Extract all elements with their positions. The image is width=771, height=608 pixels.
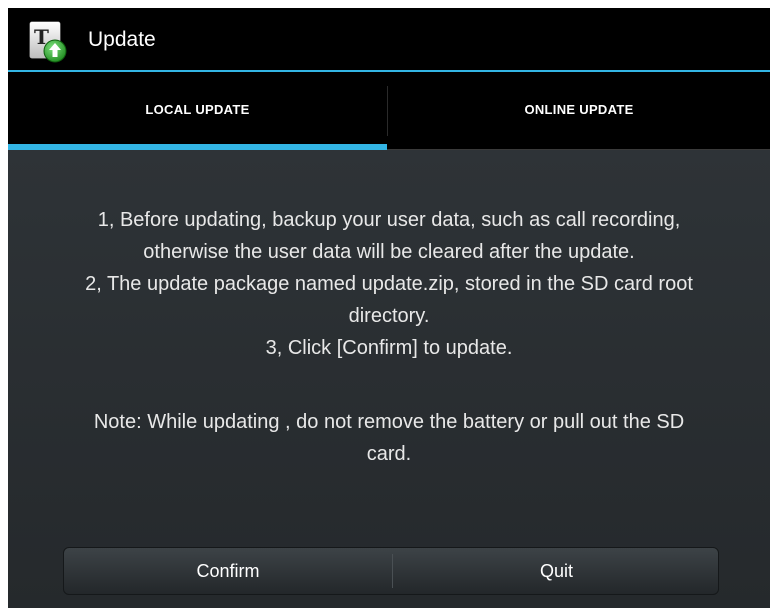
tab-online-update[interactable]: ONLINE UPDATE <box>388 72 770 150</box>
app-title: Update <box>88 28 156 51</box>
content-panel: 1, Before updating, backup your user dat… <box>8 150 770 608</box>
instruction-line-5: 3, Click [Confirm] to update. <box>265 337 513 359</box>
update-window: T Update LOCAL UPDATE ONLINE UPDATE 1, B… <box>8 8 770 608</box>
instruction-line-2: otherwise the user data will be cleared … <box>143 241 635 263</box>
instruction-line-3: 2, The update package named update.zip, … <box>85 273 693 295</box>
instruction-line-1: 1, Before updating, backup your user dat… <box>97 209 681 231</box>
note-line-1: Note: While updating , do not remove the… <box>93 411 685 433</box>
note-line-2: card. <box>366 443 412 465</box>
tab-bar: LOCAL UPDATE ONLINE UPDATE <box>8 72 770 150</box>
tab-local-update[interactable]: LOCAL UPDATE <box>8 72 387 150</box>
action-bar: T Update <box>8 8 770 70</box>
update-app-icon[interactable]: T <box>28 20 68 64</box>
quit-button[interactable]: Quit <box>393 548 718 594</box>
instruction-line-4: directory. <box>348 305 430 327</box>
confirm-button[interactable]: Confirm <box>64 548 392 594</box>
button-bar: Confirm Quit <box>63 547 719 595</box>
